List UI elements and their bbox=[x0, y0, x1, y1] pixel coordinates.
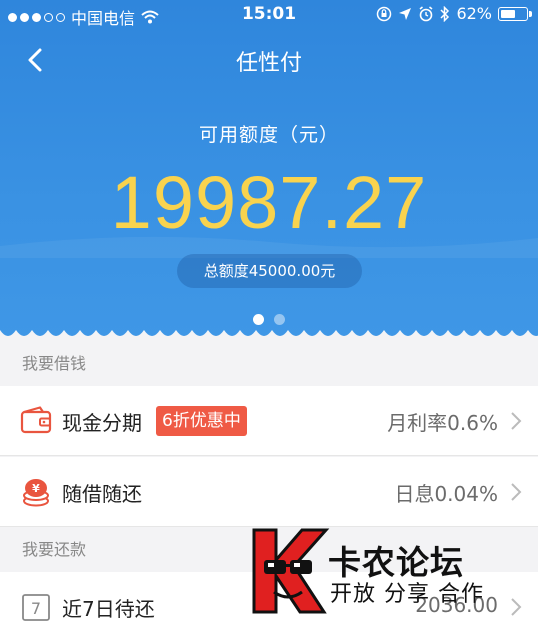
alarm-icon bbox=[419, 5, 433, 21]
watermark-slogan: 开放 分享 合作 bbox=[330, 582, 484, 607]
available-credit-label: 可用额度（元） bbox=[198, 124, 339, 146]
daily-rate-value: 日息0.04% bbox=[394, 482, 498, 506]
monthly-rate-value: 月利率0.6% bbox=[387, 411, 498, 435]
k-logo-icon bbox=[252, 528, 330, 614]
list-item-title: 近7日待还 bbox=[62, 597, 155, 621]
total-credit-pill: 总额度45000.00元 bbox=[177, 254, 362, 288]
list-item-title: 随借随还 bbox=[62, 482, 142, 506]
list-item-title: 现金分期 bbox=[62, 411, 142, 435]
list-item-cash-installment[interactable]: 现金分期 6折优惠中 月利率0.6% bbox=[0, 386, 538, 456]
discount-badge: 6折优惠中 bbox=[156, 406, 247, 436]
page-indicator[interactable] bbox=[0, 314, 538, 325]
available-credit-amount: 19987.27 bbox=[110, 161, 428, 244]
bluetooth-icon bbox=[440, 5, 450, 22]
credit-summary-header: 中国电信 15:01 62% 任性付 可用额度（元） 19987.27 总额度4… bbox=[0, 0, 538, 340]
list-item-flexible-loan[interactable]: ¥ 随借随还 日息0.04% bbox=[0, 457, 538, 527]
orientation-lock-icon bbox=[377, 6, 392, 21]
wallet-icon bbox=[20, 406, 52, 434]
forum-watermark-logo: 卡农论坛 开放 分享 合作 bbox=[250, 526, 490, 616]
page-dot[interactable] bbox=[274, 314, 285, 325]
section-header-borrow: 我要借钱 bbox=[0, 342, 538, 386]
calendar-7-icon: 7 bbox=[22, 594, 50, 621]
battery-icon bbox=[498, 6, 532, 21]
navigation-bar: 任性付 bbox=[0, 30, 538, 90]
location-icon bbox=[399, 7, 412, 20]
calendar-day-number: 7 bbox=[31, 599, 41, 618]
page-title: 任性付 bbox=[235, 51, 302, 76]
svg-text:¥: ¥ bbox=[32, 482, 40, 495]
coins-icon: ¥ bbox=[23, 479, 49, 507]
page-dot-active[interactable] bbox=[253, 314, 264, 325]
chevron-right-icon bbox=[511, 412, 522, 430]
scalloped-edge bbox=[0, 330, 538, 342]
chevron-right-icon bbox=[511, 483, 522, 501]
status-bar: 中国电信 15:01 62% bbox=[0, 0, 538, 30]
chevron-right-icon bbox=[511, 598, 522, 616]
battery-percent: 62% bbox=[456, 4, 492, 23]
